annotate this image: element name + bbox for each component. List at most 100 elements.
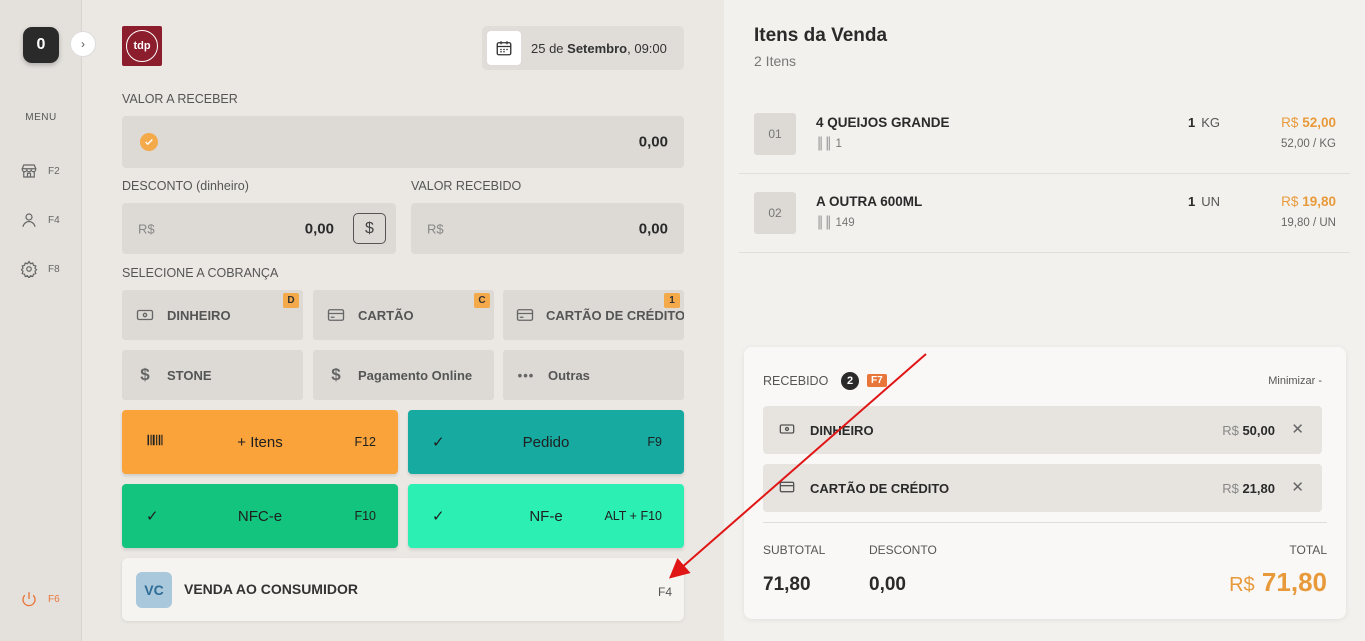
- add-items-button[interactable]: + Itens F12: [122, 410, 398, 474]
- payment-method-label: CARTÃO: [358, 307, 414, 323]
- chevron-right-icon: ›: [81, 37, 85, 51]
- nfce-button[interactable]: ✓ NFC-e F10: [122, 484, 398, 548]
- discount-field[interactable]: R$ 0,00 $: [122, 203, 396, 254]
- action-key: F12: [354, 435, 376, 449]
- counter-badge[interactable]: 0: [23, 27, 59, 63]
- received-method: CARTÃO DE CRÉDITO: [810, 481, 950, 496]
- discount-value: 0,00: [304, 220, 334, 237]
- payment-method-label: Pagamento Online: [358, 367, 473, 383]
- payment-method-stone[interactable]: $ STONE: [122, 350, 303, 400]
- discount-total-value: 0,00: [869, 574, 906, 595]
- total-label: TOTAL: [1289, 543, 1327, 557]
- amount-due-label: VALOR A RECEBER: [122, 92, 238, 106]
- sale-item-count: 2 Itens: [754, 53, 797, 69]
- customer-avatar: VC: [136, 572, 172, 608]
- payment-method-cartao-credito[interactable]: CARTÃO DE CRÉDITO 1: [503, 290, 684, 340]
- payment-panel: tdp 25 de Setembro, 09:00 VALOR A RECEBE…: [82, 0, 724, 641]
- item-unit-price: 52,00 / KG: [1281, 138, 1336, 150]
- amount-due-field[interactable]: 0,00: [122, 116, 684, 168]
- received-field[interactable]: R$ 0,00: [411, 203, 684, 254]
- customer-key: F4: [657, 585, 672, 599]
- expand-sidebar-button[interactable]: ›: [70, 31, 96, 57]
- received-label: RECEBIDO: [763, 374, 829, 388]
- check-icon: ✓: [432, 434, 445, 451]
- card-icon: [516, 308, 534, 322]
- item-name: 4 QUEIJOS GRANDE: [816, 115, 950, 130]
- card-icon: [779, 480, 795, 498]
- shortcut-badge: 1: [664, 293, 680, 308]
- received-entry: DINHEIRO R$ 50,00 ✕: [763, 406, 1322, 454]
- power-button[interactable]: F6: [20, 590, 60, 608]
- payment-method-dinheiro[interactable]: DINHEIRO D: [122, 290, 303, 340]
- minimize-button[interactable]: Minimizar -: [1268, 375, 1322, 387]
- received-entry: CARTÃO DE CRÉDITO R$ 21,80 ✕: [763, 464, 1322, 512]
- received-value: 0,00: [638, 220, 668, 237]
- check-icon: [140, 133, 158, 151]
- more-icon: •••: [517, 367, 535, 383]
- item-number: 01: [754, 113, 796, 155]
- sale-items-panel: Itens da Venda 2 Itens 01 4 QUEIJOS GRAN…: [724, 0, 1365, 641]
- cash-icon: [779, 422, 795, 440]
- subtotal-label: SUBTOTAL: [763, 543, 826, 557]
- gear-icon: [20, 260, 38, 278]
- company-logo: tdp: [122, 26, 162, 66]
- select-charge-label: SELECIONE A COBRANÇA: [122, 266, 279, 280]
- action-label: Pedido: [522, 433, 570, 451]
- received-panel: RECEBIDO 2 F7 Minimizar - DINHEIRO R$ 50…: [744, 347, 1346, 619]
- amount-due-value: 0,00: [638, 133, 668, 151]
- user-icon: [22, 213, 36, 227]
- payment-method-outras[interactable]: ••• Outras: [503, 350, 684, 400]
- item-number: 02: [754, 192, 796, 234]
- sidebar-item-key: F2: [48, 165, 60, 177]
- item-code: ║║ 149: [816, 217, 855, 229]
- remove-icon[interactable]: ✕: [1291, 420, 1304, 438]
- item-code: ║║ 1: [816, 138, 842, 150]
- barcode-icon: ║║: [816, 138, 833, 150]
- shortcut-badge: C: [474, 293, 490, 308]
- payment-method-label: Outras: [548, 367, 590, 383]
- nfe-button[interactable]: ✓ NF-e ALT + F10: [408, 484, 684, 548]
- item-quantity: 1 UN: [1188, 194, 1221, 209]
- payment-method-label: STONE: [167, 367, 212, 383]
- barcode-icon: [146, 433, 164, 451]
- payment-method-label: CARTÃO DE CRÉDITO: [546, 307, 684, 323]
- date-selector[interactable]: 25 de Setembro, 09:00: [482, 26, 684, 70]
- action-key: F10: [354, 509, 376, 523]
- discount-toggle-button[interactable]: $: [353, 213, 386, 244]
- payment-method-online[interactable]: $ Pagamento Online: [313, 350, 494, 400]
- sidebar-item-settings[interactable]: F8: [20, 260, 60, 278]
- action-key: ALT + F10: [604, 509, 662, 523]
- payment-method-cartao[interactable]: CARTÃO C: [313, 290, 494, 340]
- list-item[interactable]: 01 4 QUEIJOS GRANDE ║║ 1 1 KG R$ 52,00 52…: [739, 95, 1350, 174]
- order-button[interactable]: ✓ Pedido F9: [408, 410, 684, 474]
- cash-icon: [135, 308, 155, 322]
- sidebar: 0 › MENU F2 F4 F8 F6: [0, 0, 96, 641]
- dollar-icon: $: [365, 219, 374, 237]
- received-label: VALOR RECEBIDO: [411, 179, 522, 193]
- received-amount: R$ 21,80: [1222, 481, 1275, 496]
- received-key-badge: F7: [867, 374, 887, 387]
- divider: [763, 522, 1327, 523]
- subtotal-value: 71,80: [763, 574, 811, 595]
- item-name: A OUTRA 600ML: [816, 194, 923, 209]
- calendar-icon: [487, 31, 521, 65]
- store-icon: [21, 164, 37, 178]
- received-amount: R$ 50,00: [1222, 423, 1275, 438]
- sidebar-item-user[interactable]: F4: [20, 211, 60, 229]
- power-icon: [22, 592, 36, 607]
- list-item[interactable]: 02 A OUTRA 600ML ║║ 149 1 UN R$ 19,80 19,…: [739, 174, 1350, 253]
- check-icon: ✓: [432, 508, 445, 525]
- item-price: R$ 19,80: [1281, 194, 1336, 209]
- item-unit-price: 19,80 / UN: [1281, 217, 1336, 229]
- discount-label: DESCONTO (dinheiro): [122, 179, 249, 193]
- remove-icon[interactable]: ✕: [1291, 478, 1304, 496]
- received-currency: R$: [427, 221, 444, 236]
- discount-currency: R$: [138, 221, 155, 236]
- sidebar-item-store[interactable]: F2: [20, 162, 60, 180]
- date-text: 25 de Setembro, 09:00: [531, 40, 667, 56]
- sidebar-item-key: F4: [48, 214, 60, 226]
- payment-method-label: DINHEIRO: [167, 307, 231, 323]
- item-price: R$ 52,00: [1281, 115, 1336, 130]
- customer-selector[interactable]: VC VENDA AO CONSUMIDOR F4: [122, 558, 684, 621]
- item-quantity: 1 KG: [1188, 115, 1221, 130]
